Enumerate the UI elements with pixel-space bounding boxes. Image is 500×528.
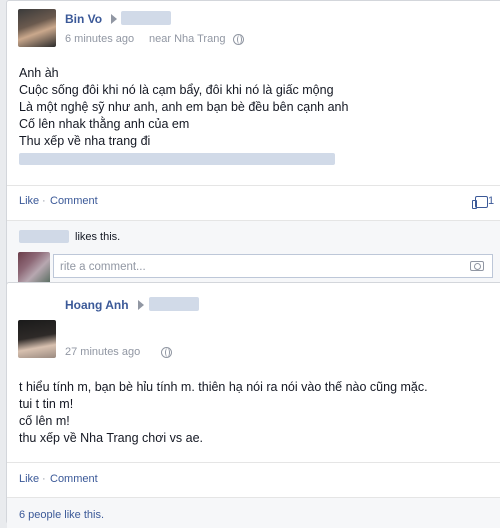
- commenter-avatar: [18, 252, 50, 284]
- camera-icon[interactable]: [470, 261, 484, 271]
- like-count[interactable]: 1: [488, 195, 494, 207]
- post-card-2: Hoang Anh 27 minutes ago t hiểu tính m, …: [6, 282, 500, 528]
- post-line: t hiểu tính m, bạn bè hỉu tính m. thiên …: [19, 380, 428, 394]
- author-name[interactable]: Hoang Anh: [65, 298, 129, 312]
- redacted-liker-name[interactable]: [19, 230, 69, 243]
- post-line: thu xếp về Nha Trang chơi vs ae.: [19, 431, 203, 445]
- globe-icon[interactable]: [161, 347, 172, 358]
- author-name[interactable]: Bin Vo: [65, 12, 102, 26]
- separator: ·: [42, 473, 46, 485]
- post-time[interactable]: 27 minutes ago: [65, 346, 140, 358]
- comment-link[interactable]: Comment: [50, 195, 98, 207]
- thumbs-up-icon[interactable]: [472, 196, 488, 209]
- divider: [7, 185, 500, 186]
- right-triangle-icon: [111, 14, 117, 24]
- likes-sentence: likes this.: [75, 231, 121, 243]
- redacted-link[interactable]: [19, 153, 335, 165]
- likes-sentence[interactable]: 6 people like this.: [19, 509, 104, 521]
- post-card-1: Bin Vo 6 minutes ago near Nha Trang Anh …: [6, 0, 500, 292]
- globe-icon[interactable]: [233, 34, 244, 45]
- divider: [7, 462, 500, 463]
- comment-link[interactable]: Comment: [50, 473, 98, 485]
- redacted-target-name[interactable]: [121, 11, 171, 25]
- post-location[interactable]: near Nha Trang: [149, 33, 225, 45]
- redacted-target-name[interactable]: [149, 297, 199, 311]
- author-avatar[interactable]: [18, 320, 56, 358]
- like-link[interactable]: Like: [19, 473, 39, 485]
- comment-field[interactable]: [53, 254, 493, 278]
- comment-input[interactable]: [58, 256, 442, 278]
- separator: ·: [42, 195, 46, 207]
- author-avatar[interactable]: [18, 9, 56, 47]
- like-link[interactable]: Like: [19, 195, 39, 207]
- right-triangle-icon: [138, 300, 144, 310]
- post-line: Thu xếp về nha trang đi: [19, 134, 151, 148]
- post-time[interactable]: 6 minutes ago: [65, 33, 134, 45]
